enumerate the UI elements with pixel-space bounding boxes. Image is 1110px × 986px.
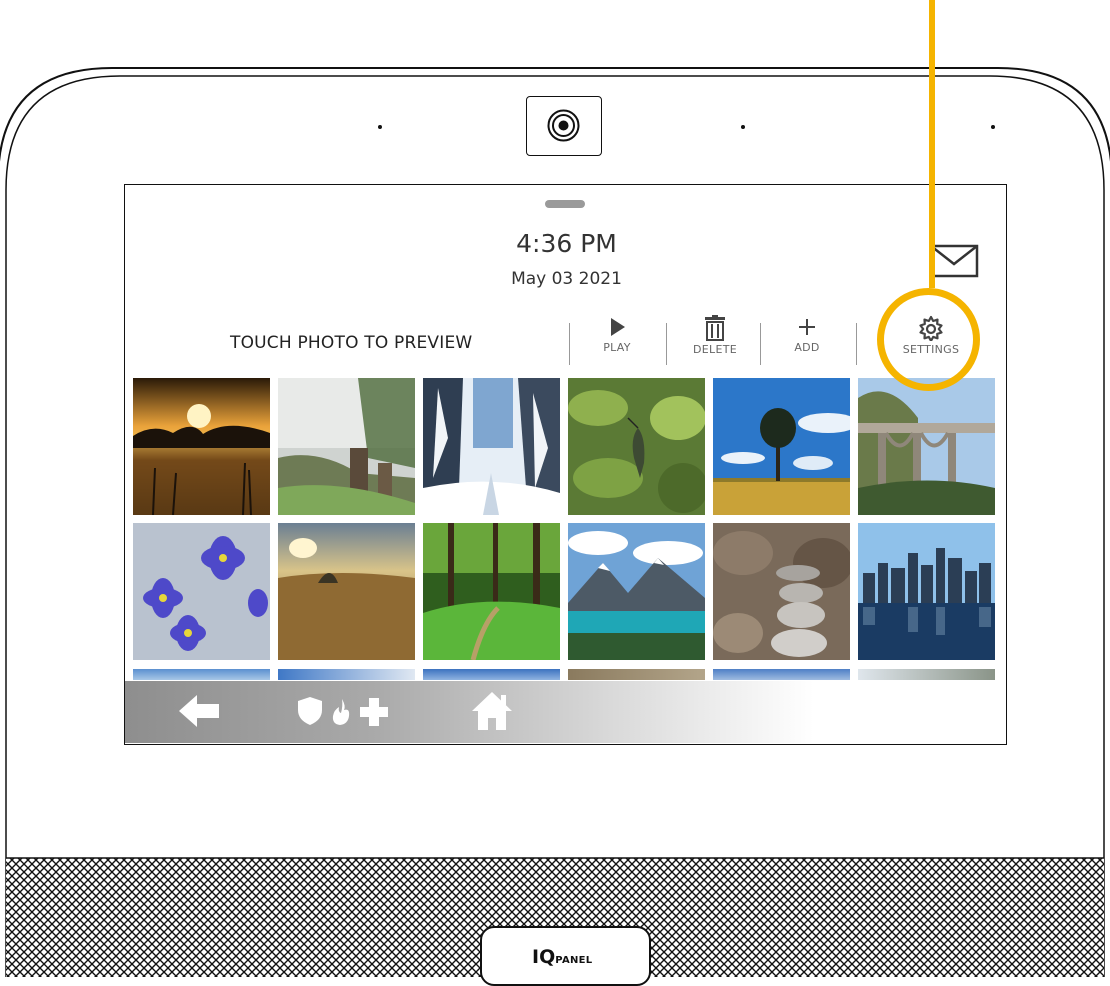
camera-icon [526,96,602,156]
touch-screen: 4:36 PM May 03 2021 TOUCH PHOTO TO PREVI… [124,184,1007,745]
delete-button[interactable]: DELETE [675,315,755,356]
divider [666,323,667,365]
photo-thumbnail[interactable] [423,669,560,680]
back-arrow-icon[interactable] [177,693,221,733]
photo-thumbnail[interactable] [858,669,995,680]
fire-icon[interactable] [330,698,352,730]
photo-thumbnail[interactable] [133,669,270,680]
divider [760,323,761,365]
clock-time: 4:36 PM [516,229,617,258]
photo-thumbnail[interactable] [858,378,995,515]
medical-cross-icon[interactable] [358,696,390,732]
logo-product: PANEL [555,955,593,966]
add-button[interactable]: ADD [767,315,847,354]
photo-thumbnail[interactable] [278,669,415,680]
callout-line [929,0,935,288]
add-label: ADD [794,341,820,354]
bottom-nav-bar [125,681,1006,743]
plus-icon [799,319,815,335]
photo-thumbnail[interactable] [713,669,850,680]
trash-icon [705,315,725,341]
photo-thumbnail[interactable] [568,669,705,680]
delete-label: DELETE [693,343,737,356]
photo-thumbnail[interactable] [858,523,995,660]
home-icon[interactable] [470,689,514,737]
photo-grid [133,378,997,680]
sensor-dot [378,125,382,129]
play-icon [611,318,625,336]
iq-panel-logo: IQPANEL [532,946,592,968]
sensor-dot [741,125,745,129]
callout-ring [877,288,980,391]
divider [856,323,857,365]
photo-thumbnail[interactable] [568,378,705,515]
photo-thumbnail[interactable] [278,523,415,660]
divider [569,323,570,365]
clock-date: May 03 2021 [511,269,622,289]
photo-thumbnail[interactable] [568,523,705,660]
shield-icon[interactable] [297,696,323,730]
photo-thumbnail[interactable] [133,378,270,515]
play-button[interactable]: PLAY [577,315,657,354]
photo-thumbnail[interactable] [713,378,850,515]
photo-thumbnail[interactable] [133,523,270,660]
photo-thumbnail[interactable] [423,523,560,660]
play-label: PLAY [603,341,631,354]
photo-thumbnail[interactable] [713,523,850,660]
sensor-dot [991,125,995,129]
photo-thumbnail[interactable] [423,378,560,515]
preview-hint: TOUCH PHOTO TO PREVIEW [230,333,473,353]
logo-brand: IQ [532,946,556,968]
mail-icon[interactable] [928,240,980,280]
pull-down-handle[interactable] [545,200,585,208]
photo-thumbnail[interactable] [278,378,415,515]
